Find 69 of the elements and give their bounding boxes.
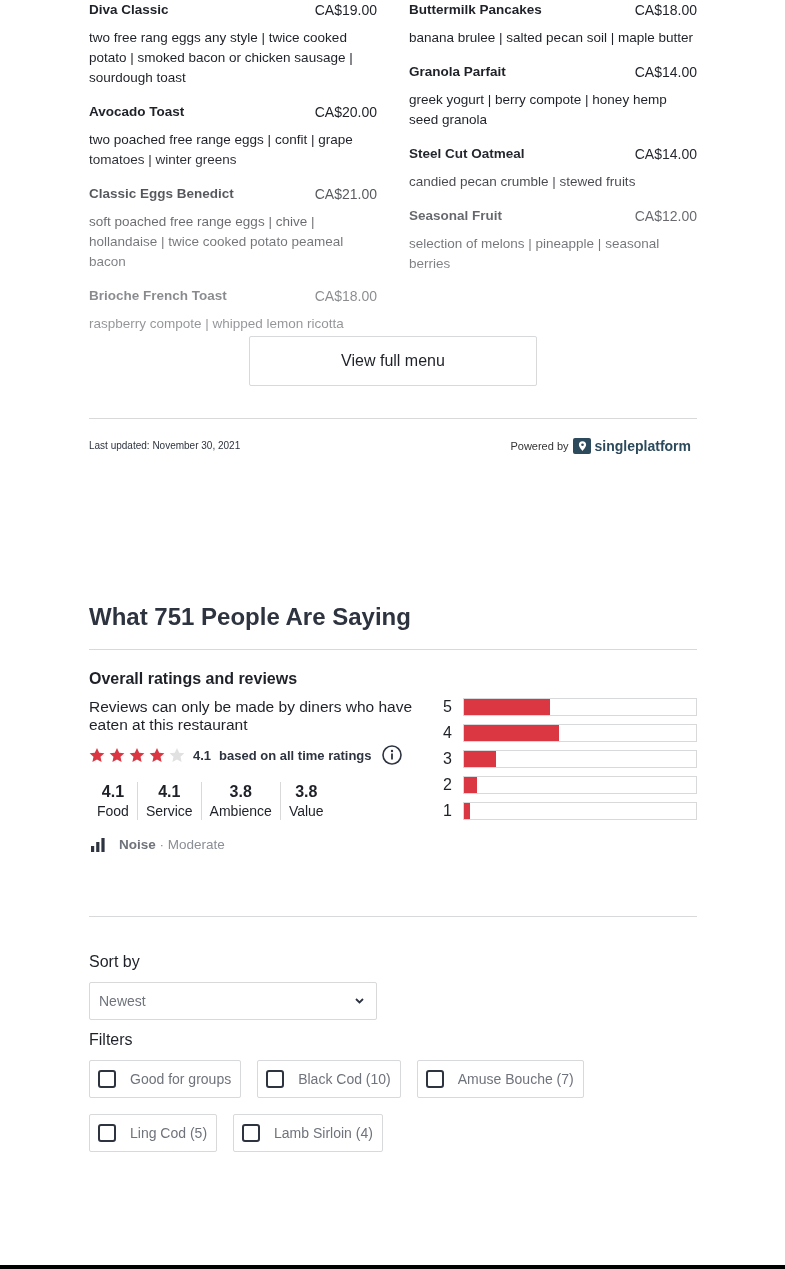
dish-price: CA$18.00 <box>634 1 697 20</box>
filters-label: Filters <box>89 1030 133 1050</box>
filter-checkbox[interactable]: Ling Cod (5) <box>89 1114 218 1152</box>
star-icon <box>89 748 105 762</box>
dish-name: Avocado Toast <box>89 103 185 121</box>
dish-name: Classic Eggs Benedict <box>89 185 234 203</box>
category-score: 3.8 <box>295 782 318 802</box>
dish-description: soft poached free range eggs | chive | hollandaise | twice cooked potato peameal bacon <box>89 213 345 271</box>
dish-description: selection of melons | pineapple | seasonal berries <box>409 235 661 273</box>
sort-dropdown[interactable]: Newest <box>89 982 377 1020</box>
review-policy-note: Reviews can only be made by diners who have eaten at this restaurant <box>89 698 414 734</box>
filter-checkbox[interactable]: Good for groups <box>89 1060 242 1098</box>
sort-by-label: Sort by <box>89 952 140 972</box>
star-icon <box>129 748 145 762</box>
checkbox-icon[interactable] <box>98 1070 116 1088</box>
chevron-down-icon <box>355 998 364 1004</box>
dish-description: candied pecan crumble | stewed fruits <box>409 173 636 191</box>
map-pin-icon <box>572 438 591 454</box>
dish-price: CA$18.00 <box>314 287 377 306</box>
brand-name[interactable]: singleplatform <box>594 438 691 454</box>
filter-checkbox[interactable]: Black Cod (10) <box>257 1060 401 1098</box>
last-updated-text: Last updated: November 30, 2021 <box>89 439 241 453</box>
dish-price: CA$20.00 <box>314 103 377 122</box>
star-icon <box>149 748 165 762</box>
overall-ratings-heading: Overall ratings and reviews <box>89 669 298 689</box>
rating-basis-text: based on all time ratings <box>219 747 372 763</box>
checkbox-icon[interactable] <box>266 1070 285 1088</box>
checkbox-icon[interactable] <box>425 1070 444 1088</box>
dish-price: CA$14.00 <box>634 63 697 82</box>
dish-price: CA$19.00 <box>314 1 377 20</box>
star-icon <box>109 748 125 762</box>
filter-checkbox[interactable]: Amuse Bouche (7) <box>416 1060 584 1098</box>
star-count-label: 1 <box>443 802 453 820</box>
noise-level-text: Noise · Moderate <box>119 837 225 852</box>
overall-score: 4.1 <box>193 747 212 763</box>
dish-name: Buttermilk Pancakes <box>409 1 542 19</box>
star-count-label: 3 <box>443 750 453 768</box>
dish-name: Brioche French Toast <box>89 287 227 305</box>
checkbox-icon[interactable] <box>242 1124 261 1142</box>
dish-price: CA$14.00 <box>634 145 697 164</box>
dish-description: greek yogurt | berry compote | honey hemp seed granola <box>409 91 668 129</box>
filter-checkbox[interactable]: Lamb Sirloin (4) <box>233 1114 383 1152</box>
category-label: Service <box>145 802 193 820</box>
dish-name: Steel Cut Oatmeal <box>409 145 525 163</box>
dish-name: Seasonal Fruit <box>409 207 503 225</box>
dish-description: banana brulee | salted pecan soil | maple butter <box>409 29 693 47</box>
star-count-label: 4 <box>443 724 453 742</box>
dish-description: raspberry compote | whipped lemon ricotta <box>89 315 344 333</box>
info-icon[interactable] <box>381 745 402 765</box>
view-full-menu-button[interactable]: View full menu <box>249 336 537 386</box>
dish-price: CA$12.00 <box>634 207 697 226</box>
checkbox-icon[interactable] <box>98 1124 116 1142</box>
reviews-heading: What 751 People Are Saying <box>89 602 411 632</box>
category-score: 3.8 <box>229 782 252 802</box>
powered-by-label: Powered by <box>510 440 569 452</box>
dish-description: two free rang eggs any style | twice cooked potato | smoked bacon or chicken sausage | sourdough toast <box>89 29 354 87</box>
dish-name: Granola Parfait <box>409 63 506 81</box>
dish-name: Diva Classic <box>89 1 169 19</box>
bars-icon <box>91 837 105 852</box>
category-label: Ambience <box>209 802 272 820</box>
dish-description: two poached free range eggs | confit | grape tomatoes | winter greens <box>89 131 354 169</box>
category-score: 4.1 <box>158 782 181 802</box>
category-score: 4.1 <box>101 782 125 802</box>
star-icon <box>169 748 185 762</box>
category-label: Food <box>97 802 129 820</box>
star-count-label: 5 <box>443 698 453 716</box>
star-count-label: 2 <box>443 776 453 794</box>
dish-price: CA$21.00 <box>314 185 377 204</box>
category-label: Value <box>288 802 324 820</box>
